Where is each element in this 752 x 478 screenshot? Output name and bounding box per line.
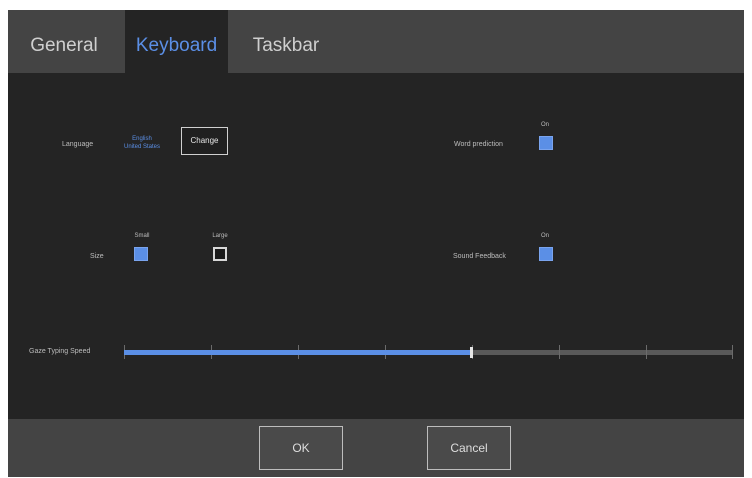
dialog-footer: OK Cancel: [8, 419, 744, 477]
size-large-checkbox[interactable]: [213, 247, 227, 261]
word-prediction-label: Word prediction: [454, 141, 503, 148]
cancel-button[interactable]: Cancel: [427, 426, 511, 470]
language-value-line1: English: [132, 136, 152, 142]
language-value: English United States: [120, 135, 164, 151]
word-prediction-checkbox[interactable]: [539, 136, 553, 150]
tab-keyboard[interactable]: Keyboard: [125, 10, 228, 73]
slider-tick: [646, 345, 647, 359]
size-large-label: Large: [212, 233, 228, 239]
sound-feedback-checkbox[interactable]: [539, 247, 553, 261]
language-value-line2: United States: [123, 144, 161, 150]
size-small-label: Small: [134, 233, 150, 239]
tab-taskbar[interactable]: Taskbar: [246, 10, 326, 73]
slider-thumb[interactable]: [470, 347, 473, 358]
sound-feedback-label: Sound Feedback: [453, 253, 506, 260]
settings-window: General Keyboard Taskbar Language Englis…: [8, 10, 744, 477]
slider-tick: [559, 345, 560, 359]
change-language-button[interactable]: Change: [181, 127, 228, 155]
slider-tick: [732, 345, 733, 359]
language-label: Language: [62, 141, 94, 148]
size-label: Size: [90, 253, 104, 260]
tab-general[interactable]: General: [14, 10, 114, 73]
tab-bar: General Keyboard Taskbar: [8, 10, 744, 73]
gaze-typing-speed-slider[interactable]: [124, 345, 733, 359]
size-small-checkbox[interactable]: [134, 247, 148, 261]
slider-fill: [124, 350, 471, 355]
gaze-typing-speed-label: Gaze Typing Speed: [29, 348, 91, 355]
sound-feedback-on-label: On: [540, 233, 549, 239]
word-prediction-on-label: On: [540, 122, 549, 128]
ok-button[interactable]: OK: [259, 426, 343, 470]
